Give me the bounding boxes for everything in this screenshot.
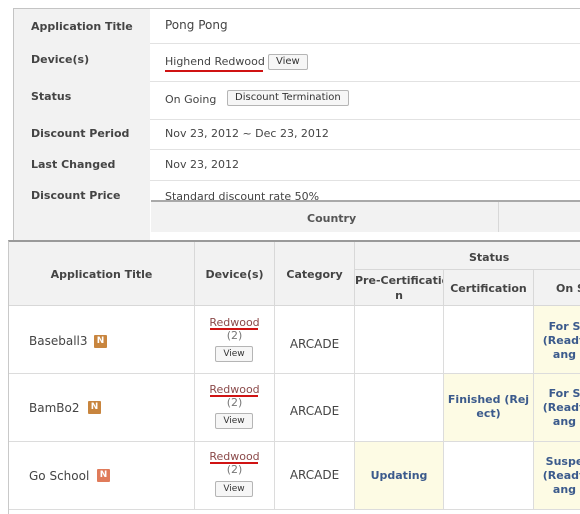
device-cell: Redwood (2) View — [195, 442, 275, 510]
table-row[interactable]: BamBo2 N — [9, 374, 195, 442]
on-sale-cell: For S (Ready ang — [534, 306, 580, 374]
pre-cert-cell: Updating — [355, 442, 444, 510]
category-cell: ARCADE — [275, 306, 355, 374]
country-table-header: Country — [151, 200, 580, 232]
on-sale-cell: Suspe (Ready ang — [534, 442, 580, 510]
period-value: Nov 23, 2012 ~ Dec 23, 2012 — [165, 127, 329, 140]
detail-row-last-changed: Last Changed Nov 23, 2012 — [14, 149, 580, 181]
col-header-devices: Device(s) — [195, 242, 275, 306]
discount-termination-button[interactable]: Discount Termination — [227, 90, 349, 106]
pre-cert-status: Updating — [370, 469, 428, 482]
view-button[interactable]: View — [215, 413, 253, 429]
view-button[interactable]: View — [215, 346, 253, 362]
period-label: Discount Period — [31, 127, 130, 140]
price-label: Discount Price — [31, 189, 121, 202]
col-header-status: Status — [355, 242, 580, 270]
device-cell: Redwood (2) View — [195, 374, 275, 442]
app-list-table: Application Title Device(s) Category Sta… — [8, 240, 580, 514]
col-header-pre-certification: Pre-Certificatio n — [355, 270, 444, 306]
cert-cell — [444, 442, 534, 510]
detail-row-devices: Device(s) Highend Redwood View — [14, 43, 580, 82]
app-name[interactable]: Go School — [29, 469, 89, 483]
app-name[interactable]: Baseball3 — [29, 334, 88, 348]
new-badge-icon: N — [88, 401, 101, 414]
new-badge-icon: N — [94, 335, 107, 348]
device-link[interactable]: Highend Redwood — [165, 55, 265, 68]
col-header-certification: Certification — [444, 270, 534, 306]
last-changed-label: Last Changed — [31, 158, 116, 171]
device-view-button[interactable]: View — [268, 54, 308, 70]
view-button[interactable]: View — [215, 481, 253, 497]
last-changed-value: Nov 23, 2012 — [165, 158, 239, 171]
table-row[interactable]: Go School N — [9, 442, 195, 510]
col-header-on-sale: On S — [534, 270, 580, 306]
cert-cell — [444, 306, 534, 374]
category-cell: ARCADE — [275, 442, 355, 510]
detail-row-status: Status On Going Discount Termination — [14, 81, 580, 120]
device-count: (2) — [226, 396, 243, 409]
pre-cert-cell — [355, 374, 444, 442]
app-title-value: Pong Pong — [165, 18, 228, 32]
device-underline — [165, 70, 263, 72]
category-value: ARCADE — [289, 337, 340, 351]
country-header: Country — [307, 212, 357, 225]
new-badge-icon: N — [97, 469, 110, 482]
devices-label: Device(s) — [31, 53, 90, 66]
on-sale-cell: For S (Ready ang — [534, 374, 580, 442]
status-value: On Going — [165, 93, 217, 106]
category-value: ARCADE — [289, 404, 340, 418]
col-header-app-title: Application Title — [9, 242, 195, 306]
pre-cert-cell — [355, 306, 444, 374]
table-row[interactable]: Baseball3 N — [9, 306, 195, 374]
app-title-label: Application Title — [31, 20, 133, 33]
detail-row-app-title: Application Title Pong Pong — [14, 9, 580, 44]
detail-row-period: Discount Period Nov 23, 2012 ~ Dec 23, 2… — [14, 119, 580, 150]
device-count: (2) — [226, 463, 243, 476]
app-name[interactable]: BamBo2 — [29, 401, 79, 415]
device-cell: Redwood (2) View — [195, 306, 275, 374]
device-count: (2) — [226, 329, 243, 342]
col-header-category: Category — [275, 242, 355, 306]
status-label: Status — [31, 90, 72, 103]
category-cell: ARCADE — [275, 374, 355, 442]
cert-status: Finished (Rej — [447, 393, 530, 406]
cert-cell: Finished (Rej ect) — [444, 374, 534, 442]
category-value: ARCADE — [289, 468, 340, 482]
